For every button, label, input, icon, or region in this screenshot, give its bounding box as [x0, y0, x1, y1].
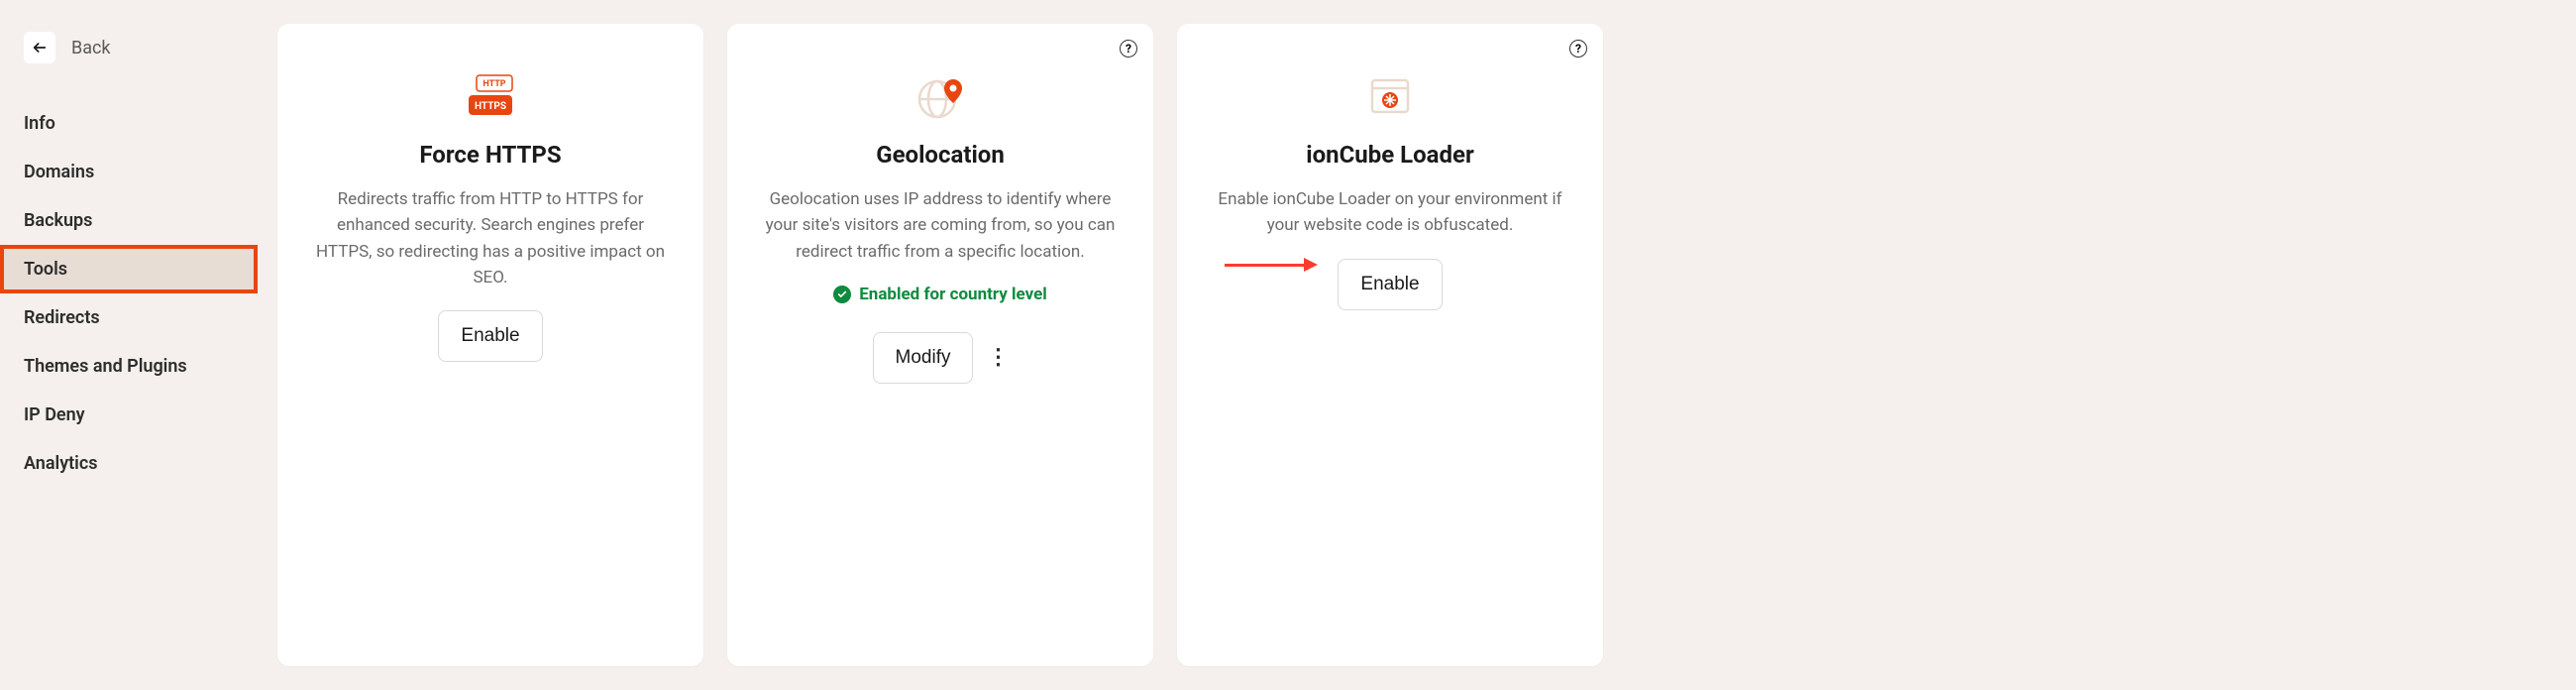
card-description: Enable ionCube Loader on your environmen…	[1213, 186, 1567, 239]
sidebar-item-info[interactable]: Info	[0, 99, 258, 148]
sidebar-item-redirects[interactable]: Redirects	[0, 293, 258, 342]
card-title: Force HTTPS	[419, 141, 561, 169]
svg-text:HTTPS: HTTPS	[475, 101, 506, 112]
svg-text:HTTP: HTTP	[483, 79, 505, 89]
sidebar-item-backups[interactable]: Backups	[0, 196, 258, 245]
sidebar-item-ipdeny[interactable]: IP Deny	[0, 391, 258, 439]
sidebar-item-tools[interactable]: Tools	[0, 245, 258, 293]
back-icon	[24, 32, 55, 63]
more-menu-icon[interactable]: ⋮	[987, 347, 1008, 369]
main-content: HTTP HTTPS Force HTTPS Redirects traffic…	[258, 0, 2576, 690]
card-geolocation: ? Geolocation Geolocation uses IP addres…	[727, 24, 1153, 666]
back-label: Back	[71, 38, 111, 58]
geolocation-status: Enabled for country level	[833, 285, 1047, 304]
card-ioncube: ? ionCube Loader Enable ionCube Loader o…	[1177, 24, 1603, 666]
ioncube-icon	[1369, 73, 1411, 119]
enable-https-button[interactable]: Enable	[438, 310, 542, 362]
check-icon	[833, 286, 851, 303]
help-icon[interactable]: ?	[1569, 40, 1587, 58]
help-icon[interactable]: ?	[1120, 40, 1137, 58]
geolocation-icon	[915, 73, 965, 119]
back-button[interactable]: Back	[0, 24, 258, 71]
sidebar-item-themes[interactable]: Themes and Plugins	[0, 342, 258, 391]
status-text: Enabled for country level	[859, 285, 1047, 304]
card-title: ionCube Loader	[1306, 141, 1474, 169]
https-icon: HTTP HTTPS	[463, 73, 518, 119]
enable-ioncube-button[interactable]: Enable	[1338, 259, 1442, 310]
card-description: Geolocation uses IP address to identify …	[763, 186, 1118, 265]
arrow-annotation	[1225, 258, 1318, 272]
sidebar-item-domains[interactable]: Domains	[0, 148, 258, 196]
card-force-https: HTTP HTTPS Force HTTPS Redirects traffic…	[277, 24, 703, 666]
card-title: Geolocation	[876, 141, 1005, 169]
modify-geolocation-button[interactable]: Modify	[873, 332, 974, 384]
card-description: Redirects traffic from HTTP to HTTPS for…	[313, 186, 668, 290]
action-row: Modify ⋮	[873, 332, 1009, 384]
sidebar-item-analytics[interactable]: Analytics	[0, 439, 258, 488]
sidebar: Back Info Domains Backups Tools Redirect…	[0, 0, 258, 690]
